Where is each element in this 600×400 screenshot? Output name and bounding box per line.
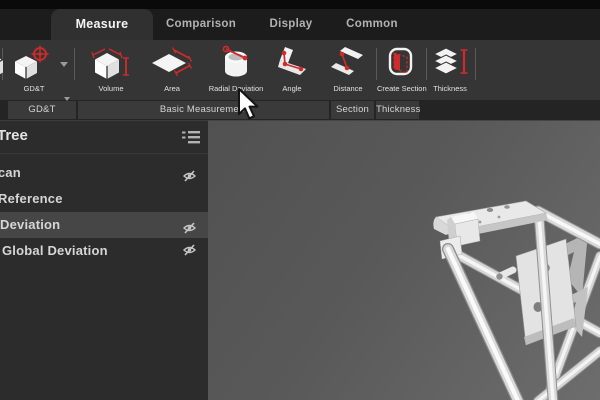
group-label-basic-measurement: Basic Measurement: [78, 101, 329, 119]
tab-common[interactable]: Common: [346, 9, 398, 40]
ribbon-separator: [74, 48, 75, 80]
tool-label: Distance: [324, 84, 372, 93]
tool-label: Thickness: [427, 84, 473, 93]
tree-item-scan[interactable]: Scan: [0, 160, 208, 186]
tool-label: Radial Deviation: [200, 84, 272, 93]
volume-icon: [84, 45, 138, 83]
tool-label: GD&T: [8, 84, 60, 93]
angle-icon: [268, 45, 316, 83]
group-label-thickness: Thickness: [376, 101, 419, 119]
tree-panel-title: Tree: [0, 127, 28, 144]
tree-item-label: Global Deviation: [2, 238, 108, 264]
gdt-icon: [8, 45, 60, 83]
tree-item-label: Deviation: [0, 212, 60, 238]
radial-deviation-button[interactable]: Radial Deviation: [200, 45, 272, 93]
tree-view-options-icon[interactable]: [180, 129, 201, 150]
visibility-off-icon[interactable]: [182, 240, 197, 266]
tool-label: Create Section: [377, 84, 423, 93]
volume-button[interactable]: Volume: [84, 45, 138, 93]
area-button[interactable]: Area: [147, 45, 197, 93]
ribbon-group-row: GD&T Basic Measurement Section Thickness: [0, 100, 600, 120]
ribbon-tab-bar: Measure Comparison Display Common: [0, 9, 600, 40]
tree-item-label: Scan: [0, 160, 21, 186]
tree-item-global-deviation[interactable]: Global Deviation: [0, 238, 208, 264]
thickness-button[interactable]: Thickness: [427, 45, 473, 93]
window-top-strip: [0, 0, 600, 9]
clipped-cube-icon: [0, 50, 8, 87]
ribbon-separator: [475, 48, 476, 80]
frame-model: [208, 121, 600, 400]
create-section-button[interactable]: Create Section: [377, 45, 423, 93]
tree-panel-header: Tree: [0, 121, 208, 154]
tree-item-label: Reference: [0, 186, 63, 212]
gdt-dropdown-arrow[interactable]: [60, 62, 68, 67]
model-tree-panel: Tree Scan: [0, 120, 208, 400]
tree-item-reference[interactable]: Reference: [0, 186, 208, 212]
tab-comparison[interactable]: Comparison: [166, 9, 236, 40]
tab-display[interactable]: Display: [269, 9, 312, 40]
gdt-button[interactable]: GD&T: [8, 45, 60, 93]
radial-deviation-icon: [200, 45, 272, 83]
application-window: Measure Comparison Display Common: [0, 0, 600, 400]
tool-label: Angle: [268, 84, 316, 93]
area-icon: [147, 45, 197, 83]
distance-icon: [324, 45, 372, 83]
viewport-3d[interactable]: [208, 120, 600, 400]
tool-label: Volume: [84, 84, 138, 93]
angle-button[interactable]: Angle: [268, 45, 316, 93]
distance-button[interactable]: Distance: [324, 45, 372, 93]
tool-label: Area: [147, 84, 197, 93]
tree-item-deviation[interactable]: Deviation: [0, 212, 208, 238]
group-label-gdt: GD&T: [8, 101, 76, 119]
tree-item-list: Scan Reference Deviation: [0, 160, 208, 264]
tab-measure[interactable]: Measure: [51, 9, 153, 40]
ribbon-toolbar: GD&T Volume: [0, 40, 600, 100]
create-section-icon: [377, 45, 423, 83]
thickness-icon: [427, 45, 473, 83]
group-label-section: Section: [331, 101, 374, 119]
